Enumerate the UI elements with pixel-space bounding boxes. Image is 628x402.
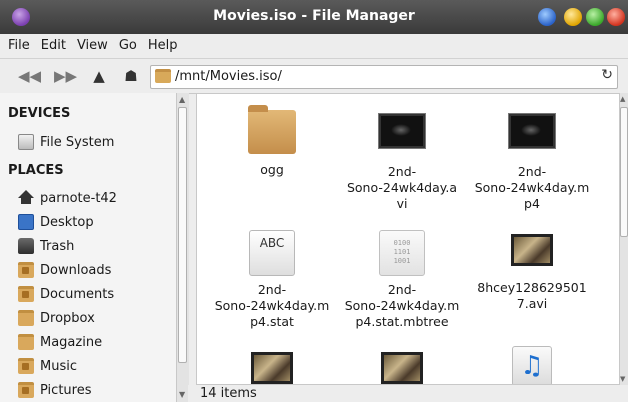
pictures-folder-icon [18, 382, 34, 398]
window-title: Movies.iso - File Manager [213, 8, 415, 24]
documents-folder-icon [18, 286, 34, 302]
file-view[interactable]: ogg 2nd- Sono-24wk4day.a vi 2nd- Sono-24… [196, 93, 620, 385]
file-item[interactable] [207, 352, 337, 384]
video-thumbnail-icon [511, 234, 553, 266]
audio-file-icon: ♫ [512, 346, 552, 384]
sidebar-item-label: Pictures [40, 382, 92, 398]
file-name: 8hcey128629501 7.avi [477, 280, 587, 311]
scroll-up-icon[interactable]: ▲ [179, 95, 185, 104]
scroll-down-icon[interactable]: ▼ [179, 390, 185, 399]
file-name: ogg [260, 162, 284, 177]
file-name: 2nd- Sono-24wk4day.m p4.stat [214, 282, 330, 329]
menu-file[interactable]: File [3, 34, 35, 53]
sidebar-item-magazine[interactable]: Magazine [18, 331, 102, 353]
sidebar-item-file-system[interactable]: File System [18, 131, 114, 153]
up-arrow-icon[interactable]: ▲ [88, 65, 110, 87]
window-minimize-button[interactable] [564, 8, 582, 26]
reload-icon[interactable]: ↻ [601, 67, 613, 83]
menu-bar: File Edit View Go Help [0, 34, 628, 58]
back-arrow-icon[interactable]: ◀◀ [18, 65, 41, 87]
file-name: 2nd- Sono-24wk4day.m p4.stat.mbtree [344, 282, 460, 329]
sidebar: DEVICES File System PLACES parnote-t42 D… [0, 93, 177, 402]
downloads-folder-icon [18, 262, 34, 278]
sidebar-item-label: Downloads [40, 262, 112, 278]
sidebar-item-pictures[interactable]: Pictures [18, 379, 91, 401]
binary-file-icon: 0100 1101 1001 [379, 230, 425, 276]
file-item[interactable] [337, 352, 467, 384]
devices-heading: DEVICES [8, 106, 71, 121]
menu-help[interactable]: Help [143, 34, 183, 53]
scroll-down-icon[interactable]: ▼ [620, 375, 625, 383]
sidebar-item-downloads[interactable]: Downloads [18, 259, 111, 281]
file-item[interactable]: ♫ [467, 346, 597, 384]
places-heading: PLACES [8, 163, 64, 178]
file-item[interactable]: 2nd- Sono-24wk4day.a vi [337, 114, 467, 212]
location-path[interactable]: /mnt/Movies.iso/ [175, 69, 282, 84]
title-bar: Movies.iso - File Manager [0, 0, 628, 34]
sidebar-item-desktop[interactable]: Desktop [18, 211, 94, 233]
sidebar-item-label: Magazine [40, 334, 103, 350]
video-thumbnail-icon [381, 352, 423, 384]
sidebar-item-music[interactable]: Music [18, 355, 77, 377]
text-file-icon: ABC [249, 230, 295, 276]
file-view-scroll-thumb[interactable] [620, 107, 628, 237]
menu-go[interactable]: Go [114, 34, 142, 53]
sidebar-item-label: Documents [40, 286, 115, 302]
file-name: 2nd- Sono-24wk4day.m p4 [474, 164, 590, 211]
file-item[interactable]: 2nd- Sono-24wk4day.m p4 [467, 114, 597, 212]
sidebar-item-label: Desktop [40, 214, 94, 230]
sidebar-item-trash[interactable]: Trash [18, 235, 74, 257]
sidebar-item-label: parnote-t42 [40, 190, 117, 206]
file-name: 2nd- Sono-24wk4day.a vi [346, 164, 458, 211]
sidebar-item-label: Music [40, 358, 77, 374]
menu-edit[interactable]: Edit [36, 34, 71, 53]
video-thumbnail-icon [509, 114, 555, 148]
status-bar: 14 items [188, 385, 628, 402]
folder-icon [18, 334, 34, 350]
scroll-up-icon[interactable]: ▲ [620, 95, 625, 103]
sidebar-item-label: Dropbox [40, 310, 95, 326]
toolbar: ◀◀ ▶▶ ▲ ☗ /mnt/Movies.iso/ ↻ [0, 58, 628, 94]
video-thumbnail-icon [251, 352, 293, 384]
file-item[interactable]: 0100 1101 1001 2nd- Sono-24wk4day.m p4.s… [337, 230, 467, 330]
window-shade-button[interactable] [538, 8, 556, 26]
file-item[interactable]: ogg [207, 105, 337, 178]
home-icon[interactable]: ☗ [120, 65, 142, 87]
sidebar-item-dropbox[interactable]: Dropbox [18, 307, 95, 329]
sidebar-item-label: Trash [40, 238, 75, 254]
folder-icon [18, 310, 34, 326]
folder-icon [248, 105, 296, 154]
folder-icon [155, 69, 171, 83]
sidebar-item-label: File System [40, 134, 115, 150]
file-item[interactable]: ABC 2nd- Sono-24wk4day.m p4.stat [207, 230, 337, 330]
desktop-icon [18, 214, 34, 230]
sidebar-scrollbar[interactable]: ▲ ▼ [176, 93, 189, 402]
file-item[interactable]: 8hcey128629501 7.avi [467, 234, 597, 312]
location-bar[interactable]: /mnt/Movies.iso/ ↻ [150, 65, 618, 89]
status-text: 14 items [200, 386, 257, 401]
music-folder-icon [18, 358, 34, 374]
window-close-button[interactable] [607, 8, 625, 26]
file-view-scrollbar[interactable]: ▲ ▼ [620, 93, 628, 385]
drive-icon [18, 134, 34, 150]
sidebar-item-home[interactable]: parnote-t42 [18, 187, 117, 209]
sidebar-scroll-thumb[interactable] [178, 107, 187, 363]
forward-arrow-icon[interactable]: ▶▶ [54, 65, 77, 87]
home-icon [18, 190, 34, 206]
trash-icon [18, 238, 34, 254]
video-thumbnail-icon [379, 114, 425, 148]
sidebar-item-documents[interactable]: Documents [18, 283, 114, 305]
window-maximize-button[interactable] [586, 8, 604, 26]
menu-view[interactable]: View [72, 34, 113, 53]
